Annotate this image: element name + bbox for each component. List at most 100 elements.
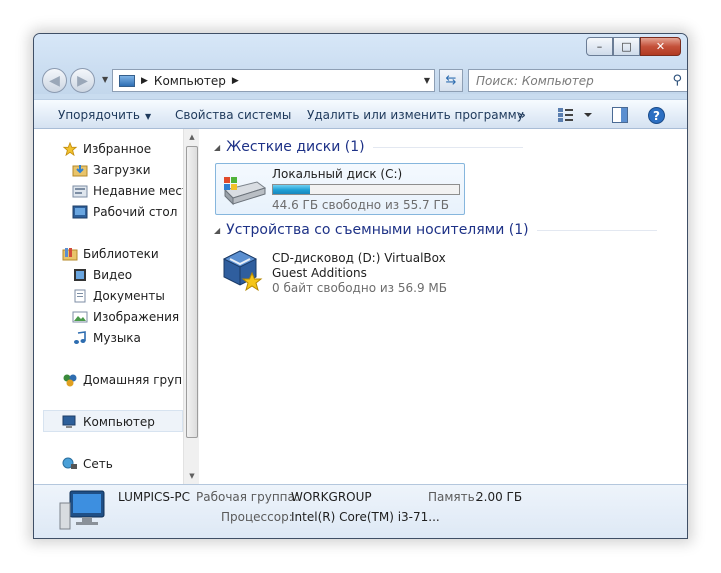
- maximize-button[interactable]: □: [613, 37, 640, 56]
- nav-label: Музыка: [93, 330, 141, 345]
- nav-item-music[interactable]: Музыка: [72, 328, 141, 347]
- drive-name: CD-дисковод (D:) VirtualBox Guest Additi…: [272, 251, 446, 280]
- nav-label: Изображения: [93, 309, 180, 324]
- downloads-folder-icon: [72, 164, 88, 176]
- memory-label: Память:: [428, 490, 479, 504]
- preview-pane-icon: [612, 107, 628, 123]
- nav-item-favorites[interactable]: Избранное: [62, 139, 151, 158]
- scroll-down-arrow-icon[interactable]: ▼: [184, 468, 199, 484]
- drive-free-space: 0 байт свободно из 56.9 МБ: [272, 281, 447, 295]
- music-icon: [74, 330, 86, 344]
- libraries-icon: [62, 247, 78, 260]
- navigation-bar: ◀ ▶ ▼ ▶ Компьютер ▶ ▼ ⇆ ⚲: [42, 68, 687, 95]
- pc-name: LUMPICS-PC: [118, 490, 190, 504]
- collapse-triangle-icon[interactable]: ◢: [214, 226, 220, 235]
- group-divider: [536, 229, 657, 231]
- explorer-window: – □ ✕ ◀ ▶ ▼ ▶ Компьютер ▶ ▼ ⇆ ⚲ Упорядоч…: [33, 33, 688, 539]
- hard-drive-icon: [224, 177, 267, 206]
- close-button[interactable]: ✕: [640, 37, 681, 56]
- address-bar[interactable]: ▶ Компьютер ▶ ▼: [112, 69, 435, 92]
- forward-button[interactable]: ▶: [70, 68, 95, 93]
- command-bar: Упорядочить ▼ Свойства системы Удалить ил…: [34, 99, 687, 129]
- pc-icon: [59, 490, 105, 530]
- change-view-button[interactable]: [557, 107, 595, 126]
- nav-item-desktop[interactable]: Рабочий стол: [72, 202, 177, 221]
- nav-label: Домашняя группа: [83, 372, 198, 387]
- view-options-icon: [558, 108, 592, 122]
- caption-buttons: – □ ✕: [586, 37, 681, 56]
- nav-item-computer[interactable]: Компьютер: [62, 412, 155, 431]
- breadcrumb-chevron-icon[interactable]: ▶: [232, 76, 239, 86]
- nav-item-homegroup[interactable]: Домашняя группа: [62, 370, 197, 389]
- video-icon: [74, 268, 86, 281]
- breadcrumb-chevron-icon[interactable]: ▶: [141, 76, 148, 86]
- organize-button[interactable]: Упорядочить ▼: [58, 108, 151, 122]
- system-properties-button[interactable]: Свойства системы: [175, 108, 291, 122]
- star-icon: [62, 141, 78, 156]
- group-divider: [372, 146, 523, 148]
- memory-value: 2.00 ГБ: [476, 490, 523, 504]
- cpu-value: Intel(R) Core(TM) i3-71...: [291, 510, 440, 524]
- computer-icon: [62, 415, 76, 428]
- breadcrumb-computer[interactable]: Компьютер: [154, 74, 226, 88]
- window-body: Избранное Загрузки Недавние места Рабочи…: [34, 129, 687, 484]
- pictures-icon: [72, 311, 88, 322]
- homegroup-icon: [63, 374, 77, 386]
- collapse-triangle-icon[interactable]: ◢: [214, 143, 220, 152]
- forward-arrow-icon: ▶: [77, 72, 88, 89]
- drive-usage-bar: [272, 184, 460, 195]
- nav-label: Компьютер: [83, 414, 155, 429]
- nav-item-video[interactable]: Видео: [72, 265, 132, 284]
- back-arrow-icon: ◀: [49, 72, 60, 89]
- preview-pane-button[interactable]: [612, 107, 628, 126]
- drive-name: Локальный диск (C:): [272, 167, 403, 181]
- nav-item-downloads[interactable]: Загрузки: [72, 160, 151, 179]
- search-box[interactable]: ⚲: [468, 69, 687, 92]
- svg-text:?: ?: [653, 109, 660, 123]
- recent-places-icon: [72, 185, 88, 197]
- scrollbar-thumb[interactable]: [186, 146, 198, 438]
- refresh-button[interactable]: ⇆: [439, 69, 463, 92]
- nav-label: Документы: [93, 288, 165, 303]
- nav-label: Библиотеки: [83, 246, 159, 261]
- nav-label: Недавние места: [93, 183, 197, 198]
- nav-label: Загрузки: [93, 162, 151, 177]
- workgroup-label: Рабочая группа:: [196, 490, 299, 504]
- nav-item-recent-places[interactable]: Недавние места: [72, 181, 196, 200]
- help-button[interactable]: ?: [648, 107, 665, 127]
- search-icon[interactable]: ⚲: [672, 73, 682, 88]
- minimize-button[interactable]: –: [586, 37, 613, 56]
- group-title: Жесткие диски (1): [226, 139, 365, 155]
- documents-icon: [74, 289, 86, 302]
- nav-label: Избранное: [83, 141, 152, 156]
- title-bar: – □ ✕ ◀ ▶ ▼ ▶ Компьютер ▶ ▼ ⇆ ⚲: [34, 34, 687, 94]
- uninstall-program-button[interactable]: Удалить или изменить программу: [307, 108, 524, 122]
- back-button[interactable]: ◀: [42, 68, 67, 93]
- help-icon: ?: [648, 107, 665, 124]
- chevron-down-icon: ▼: [144, 112, 152, 121]
- recent-pages-dropdown[interactable]: ▼: [102, 75, 108, 84]
- drive-tile-c[interactable]: Локальный диск (C:) 44.6 ГБ свободно из …: [215, 163, 465, 215]
- nav-item-pictures[interactable]: Изображения: [72, 307, 179, 326]
- scroll-up-arrow-icon[interactable]: ▲: [184, 129, 199, 145]
- nav-item-network[interactable]: Сеть: [62, 454, 113, 473]
- address-dropdown-icon[interactable]: ▼: [424, 76, 430, 85]
- cpu-label: Процессор:: [221, 510, 293, 524]
- drive-free-space: 44.6 ГБ свободно из 55.7 ГБ: [272, 198, 450, 212]
- nav-label: Рабочий стол: [93, 204, 178, 219]
- content-pane: ◢ Жесткие диски (1) Локальный диск (C:) …: [201, 129, 687, 484]
- more-commands-button[interactable]: »: [518, 108, 526, 122]
- refresh-icon: ⇆: [445, 73, 457, 88]
- nav-scrollbar[interactable]: ▲ ▼: [183, 129, 199, 484]
- nav-item-documents[interactable]: Документы: [72, 286, 165, 305]
- nav-item-libraries[interactable]: Библиотеки: [62, 244, 159, 263]
- details-pane: LUMPICS-PC Рабочая группа: WORKGROUP Пам…: [34, 484, 687, 538]
- group-header-removable[interactable]: ◢ Устройства со съемными носителями (1): [214, 222, 657, 238]
- search-input[interactable]: [474, 72, 664, 89]
- desktop-icon: [72, 205, 88, 218]
- group-header-hard-drives[interactable]: ◢ Жесткие диски (1): [214, 139, 523, 155]
- nav-label: Сеть: [83, 456, 113, 471]
- network-icon: [62, 457, 77, 469]
- computer-icon: [119, 74, 135, 87]
- virtualbox-cd-icon: [222, 250, 263, 292]
